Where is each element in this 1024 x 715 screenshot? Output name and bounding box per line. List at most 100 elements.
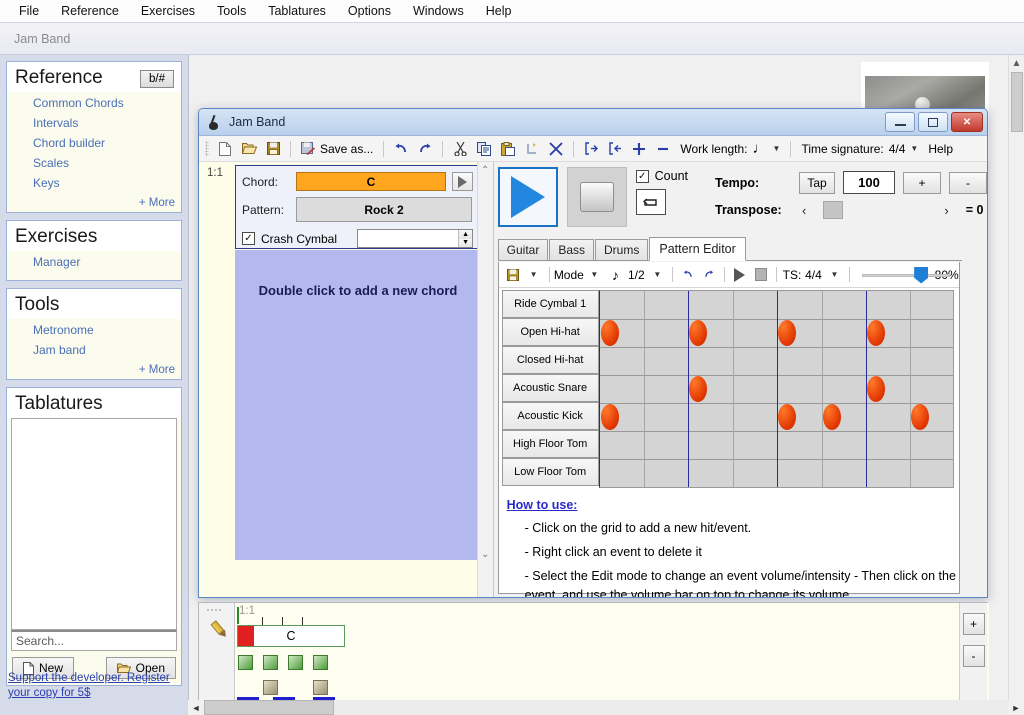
save-as-button[interactable]: Save as... [297,142,377,156]
drum-hit[interactable] [601,404,619,430]
drum-row-label[interactable]: Closed Hi-hat [502,346,599,374]
delete-icon[interactable] [545,138,567,159]
note-value-chevron-down-icon[interactable]: ▼ [648,265,666,285]
time-signature-value[interactable]: 4/4 [889,142,906,156]
sidebar-item-manager[interactable]: Manager [15,252,173,272]
support-developer-link[interactable]: Support the developer. Register your cop… [8,671,178,701]
pattern-stop-button[interactable] [752,265,770,285]
horizontal-scroll-thumb[interactable] [204,700,334,715]
sidebar-item-chord-builder[interactable]: Chord builder [15,133,173,153]
spinner-down-icon[interactable]: ▼ [459,239,472,248]
drum-cell[interactable] [263,680,278,695]
sidebar-item-metronome[interactable]: Metronome [15,320,173,340]
tempo-value-input[interactable]: 100 [843,171,895,194]
menu-item-tools[interactable]: Tools [206,1,257,21]
drum-row-label[interactable]: Ride Cymbal 1 [502,290,599,318]
playhead-marker[interactable] [237,607,239,624]
paste-icon[interactable] [497,138,519,159]
menu-item-reference[interactable]: Reference [50,1,130,21]
chord-clip-marker[interactable] [238,626,254,646]
pattern-mode-chevron-down-icon[interactable]: ▼ [585,265,603,285]
scroll-right-icon[interactable]: ► [1008,700,1024,715]
drum-hit[interactable] [689,320,707,346]
volume-slider-thumb[interactable] [914,267,928,284]
close-button[interactable]: ✕ [951,112,983,132]
work-length-value[interactable]: ♩ [753,140,768,157]
flat-sharp-toggle-button[interactable]: b/# [140,70,174,88]
drum-hit[interactable] [778,404,796,430]
drum-row-label[interactable]: Low Floor Tom [502,458,599,486]
new-icon[interactable] [214,138,236,159]
drum-row-label[interactable]: Acoustic Kick [502,402,599,430]
guitar-cell[interactable] [263,655,278,670]
chord-scroll-down-icon[interactable]: ⌄ [478,546,493,563]
drum-grid[interactable] [599,290,954,488]
drum-hit[interactable] [867,320,885,346]
sidebar-item-jam-band[interactable]: Jam band [15,340,173,360]
how-to-use-title[interactable]: How to use: [507,496,959,515]
scrollbar-thumb[interactable] [1011,72,1023,132]
pattern-play-button[interactable] [731,265,749,285]
pattern-undo-icon[interactable] [679,265,697,285]
transpose-next-button[interactable]: › [941,203,951,218]
menu-item-file[interactable]: File [8,1,50,21]
arrangement-grip[interactable] [206,608,222,612]
note-value-label[interactable]: 1/2 [627,265,645,285]
pattern-mode-button[interactable]: Mode [555,265,582,285]
pattern-redo-icon[interactable] [700,265,718,285]
crash-cymbal-spinner[interactable]: ▲ ▼ [357,229,473,248]
drum-hit[interactable] [823,404,841,430]
pencil-icon[interactable] [204,615,232,643]
sidebar-item-keys[interactable]: Keys [15,173,173,193]
sidebar-item-common-chords[interactable]: Common Chords [15,93,173,113]
tab-pattern-editor[interactable]: Pattern Editor [649,237,745,261]
chord-scroll-up-icon[interactable]: ⌃ [478,162,493,179]
minus-icon[interactable] [652,138,674,159]
work-length-chevron-down-icon[interactable]: ▼ [773,144,781,153]
drum-hit[interactable] [778,320,796,346]
indent-right-icon[interactable] [604,138,626,159]
sidebar-item-scales[interactable]: Scales [15,153,173,173]
pattern-save-icon[interactable] [504,265,522,285]
transpose-slider[interactable] [817,201,933,219]
drum-hit[interactable] [867,376,885,402]
tempo-increase-button[interactable]: + [903,172,941,194]
add-chord-area[interactable]: Double click to add a new chord [235,250,481,560]
loop-button[interactable] [636,189,666,215]
menu-item-tablatures[interactable]: Tablatures [257,1,337,21]
plus-icon[interactable] [628,138,650,159]
tempo-decrease-button[interactable]: - [949,172,987,194]
tab-guitar[interactable]: Guitar [498,239,549,260]
transpose-slider-thumb[interactable] [823,201,843,219]
tablatures-search-input[interactable]: Search... [11,630,177,651]
menu-item-help[interactable]: Help [475,1,523,21]
drum-cell[interactable] [313,680,328,695]
guitar-cell[interactable] [313,655,328,670]
copy-icon[interactable] [473,138,495,159]
pattern-value-field[interactable]: Rock 2 [296,197,472,222]
drum-row-label[interactable]: Open Hi-hat [502,318,599,346]
play-button[interactable] [498,167,558,227]
indent-left-icon[interactable] [580,138,602,159]
count-checkbox[interactable]: ✓ [636,170,649,183]
chord-pane-scrollbar[interactable]: ⌃ ⌄ [477,162,493,598]
maximize-button[interactable] [918,112,948,132]
pattern-ts-value[interactable]: 4/4 [804,265,822,285]
stop-button[interactable] [567,167,627,227]
menu-item-windows[interactable]: Windows [402,1,475,21]
drum-hit[interactable] [911,404,929,430]
time-signature-chevron-down-icon[interactable]: ▼ [910,144,918,153]
menu-item-exercises[interactable]: Exercises [130,1,206,21]
arrangement-zoom-in-button[interactable]: + [963,613,985,635]
crash-cymbal-checkbox[interactable]: ✓ [242,232,255,245]
toolbar-grip[interactable] [205,141,209,157]
scroll-up-icon[interactable]: ▲ [1009,55,1024,72]
arrangement-zoom-out-button[interactable]: - [963,645,985,667]
drum-hit[interactable] [689,376,707,402]
sidebar-item-intervals[interactable]: Intervals [15,113,173,133]
guitar-cell[interactable] [238,655,253,670]
tools-more-link[interactable]: + More [7,363,181,379]
tap-tempo-button[interactable]: Tap [799,172,835,194]
drum-row-label[interactable]: Acoustic Snare [502,374,599,402]
chord-preview-play-button[interactable] [452,172,473,191]
